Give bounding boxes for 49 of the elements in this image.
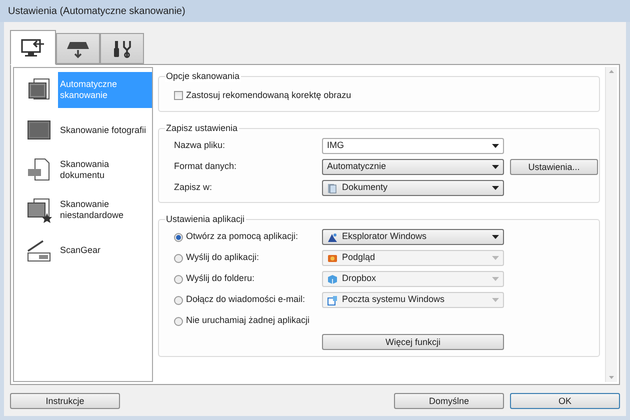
sidebar-item[interactable]: ScanGear [58, 232, 152, 268]
dropdown-arrow-icon [492, 186, 499, 190]
window-title: Ustawienia (Automatyczne skanowanie) [8, 4, 186, 18]
preview-icon [327, 252, 338, 264]
tab[interactable] [56, 33, 100, 64]
settings-button[interactable]: Ustawienia... [510, 159, 598, 175]
section-title: Zapisz ustawienia [165, 122, 239, 134]
defaults-button[interactable]: Domyślne [394, 393, 504, 409]
tab[interactable] [100, 33, 144, 64]
custom-scan-icon [25, 197, 53, 223]
more-functions-button[interactable]: Więcej funkcji [322, 334, 504, 350]
section-title: Opcje skanowania [165, 70, 241, 82]
sidebar-item[interactable]: Skanowania dokumentu [58, 152, 152, 188]
section-title: Ustawienia aplikacji [165, 213, 246, 225]
dropdown-arrow-icon [492, 256, 499, 260]
folder-icon [327, 182, 338, 194]
radio-button[interactable] [174, 316, 183, 326]
box-icon [327, 274, 338, 284]
radio-label: Wyślij do aplikacji: [186, 251, 259, 264]
mail-icon [327, 294, 338, 306]
scroll-up-icon [609, 70, 614, 73]
scrollbar[interactable] [605, 67, 617, 382]
dropdown-arrow-icon [492, 144, 499, 148]
radio-label: Dołącz do wiadomości e-mail: [186, 293, 306, 306]
radio-label: Nie uruchamiaj żadnej aplikacji [186, 314, 310, 328]
radio-label: Wyślij do folderu: [186, 272, 254, 286]
scroll-down-icon [609, 376, 614, 379]
dropdown[interactable]: Dokumenty [322, 180, 504, 196]
explorer-icon [327, 232, 338, 242]
dropdown-arrow-icon [492, 235, 499, 239]
monitor-icon [20, 38, 46, 58]
field-label: Format danych: [173, 160, 238, 174]
radio-label: Otwórz za pomocą aplikacji: [186, 230, 298, 244]
checkbox[interactable] [174, 91, 183, 100]
ok-button[interactable]: OK [510, 393, 620, 409]
dropdown-arrow-icon [492, 165, 499, 169]
field-label: Zapisz w: [173, 181, 214, 194]
file-name-combo[interactable]: IMG [322, 138, 504, 154]
instructions-button[interactable]: Instrukcje [10, 393, 120, 409]
checkbox-label: Zastosuj rekomendowaną korektę obrazu [186, 88, 352, 102]
field-label: Nazwa pliku: [173, 139, 226, 152]
dropdown-arrow-icon [492, 277, 499, 281]
dropdown[interactable]: Automatycznie [322, 159, 504, 175]
tab[interactable] [10, 30, 56, 65]
radio-button[interactable] [174, 232, 183, 242]
sidebar-item[interactable]: Skanowanie fotografii [58, 112, 152, 148]
dropdown-arrow-icon [492, 298, 499, 302]
sidebar-item[interactable]: Skanowanie niestandardowe [58, 192, 152, 228]
dropdown[interactable]: Eksplorator Windows [322, 229, 504, 245]
